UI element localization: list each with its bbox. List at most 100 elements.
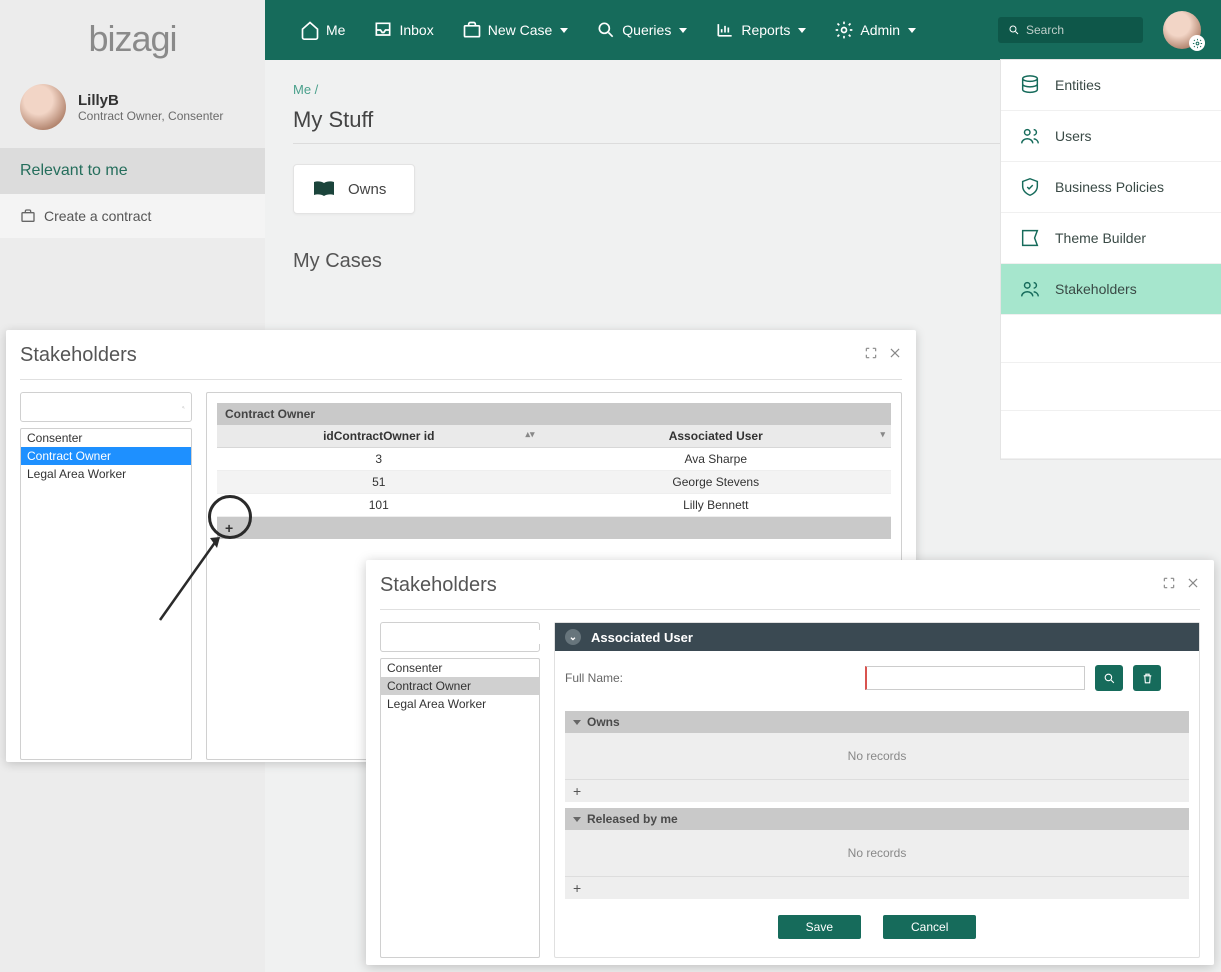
briefcase-plus-icon [462,20,482,40]
full-name-input[interactable] [865,666,1085,690]
nav-new-case[interactable]: New Case [452,14,579,46]
user-role: Contract Owner, Consenter [78,109,223,123]
admin-item-placeholder[interactable]: › [1001,363,1221,411]
list-item[interactable]: Legal Area Worker [381,695,539,713]
search-icon [596,20,616,40]
sort-icon[interactable]: ▴▾ [525,429,534,440]
nav-me-label: Me [326,22,345,38]
admin-theme-label: Theme Builder [1055,230,1146,246]
search-icon [182,401,185,414]
sidebar-create-contract[interactable]: Create a contract [0,194,265,238]
book-icon [312,179,336,199]
col-header-user[interactable]: Associated User▾ [541,425,891,447]
nav-new-case-label: New Case [488,22,553,38]
nav-queries[interactable]: Queries [586,14,697,46]
table-row[interactable]: 3Ava Sharpe [217,448,891,471]
trash-icon [1141,672,1154,685]
col-header-id[interactable]: idContractOwner id▴▾ [217,425,541,447]
expand-icon[interactable] [864,346,878,360]
close-icon[interactable] [1186,576,1200,590]
owns-empty: No records [565,733,1189,779]
collapse-icon[interactable]: ⌄ [565,629,581,645]
admin-users-label: Users [1055,128,1092,144]
table-row[interactable]: 51George Stevens [217,471,891,494]
search-icon [1103,672,1116,685]
nav-queries-label: Queries [622,22,671,38]
list-item[interactable]: Legal Area Worker [21,465,191,483]
admin-item-placeholder[interactable]: › [1001,411,1221,459]
stakeholder-type-search[interactable] [380,622,540,652]
chevron-down-icon [573,720,581,725]
search-input[interactable] [1026,23,1133,37]
stakeholder-type-search-input[interactable] [387,630,542,644]
admin-users[interactable]: Users › [1001,111,1221,162]
table-row[interactable]: 101Lilly Bennett [217,494,891,517]
expand-icon[interactable] [1162,576,1176,590]
caret-icon [798,28,806,33]
user-block: LillyB Contract Owner, Consenter [0,70,265,148]
nav-inbox-label: Inbox [399,22,433,38]
nav-reports[interactable]: Reports [705,14,816,46]
admin-item-placeholder[interactable]: › [1001,315,1221,363]
released-section-header[interactable]: Released by me [565,808,1189,830]
gear-icon [834,20,854,40]
admin-policies-label: Business Policies [1055,179,1164,195]
table-title: Contract Owner [217,403,891,425]
caret-icon [908,28,916,33]
list-item[interactable]: Contract Owner [21,447,191,465]
chart-icon [715,20,735,40]
home-icon [300,20,320,40]
clear-button[interactable] [1133,665,1161,691]
list-item[interactable]: Consenter [381,659,539,677]
briefcase-icon [20,208,36,224]
stakeholder-form: ⌄ Associated User Full Name: Owns No rec… [554,622,1200,958]
nav-admin[interactable]: Admin [824,14,926,46]
sidebar-create-contract-label: Create a contract [44,208,151,224]
users-icon [1019,125,1041,147]
owns-card-label: Owns [348,181,386,198]
nav-inbox[interactable]: Inbox [363,14,443,46]
admin-entities[interactable]: Entities › [1001,60,1221,111]
dialog-title: Stakeholders [20,344,902,367]
admin-stakeholders[interactable]: Stakeholders › [1001,264,1221,315]
admin-dropdown: Entities › Users › Business Policies › T… [1001,60,1221,459]
chevron-down-icon [573,817,581,822]
stakeholder-type-list: Consenter Contract Owner Legal Area Work… [380,658,540,958]
user-avatar[interactable] [1163,11,1201,49]
list-item[interactable]: Contract Owner [381,677,539,695]
associated-user-header[interactable]: ⌄ Associated User [555,623,1199,651]
save-button[interactable]: Save [778,915,861,939]
avatar-settings-icon[interactable] [1189,35,1205,51]
stakeholder-type-search[interactable] [20,392,192,422]
user-avatar-side [20,84,66,130]
released-add-button[interactable]: + [565,876,1189,899]
search-icon [1008,23,1020,37]
cancel-button[interactable]: Cancel [883,915,976,939]
admin-business-policies[interactable]: Business Policies › [1001,162,1221,213]
full-name-label: Full Name: [565,671,855,685]
stakeholders-icon [1019,278,1041,300]
stakeholder-type-list: Consenter Contract Owner Legal Area Work… [20,428,192,760]
caret-icon [679,28,687,33]
caret-icon [560,28,568,33]
global-search[interactable] [998,17,1143,43]
logo: bizagi [0,0,265,70]
list-item[interactable]: Consenter [21,429,191,447]
admin-theme-builder[interactable]: Theme Builder › [1001,213,1221,264]
owns-card[interactable]: Owns [293,164,415,214]
stakeholders-form-dialog: Stakeholders Consenter Contract Owner Le… [366,560,1214,965]
close-icon[interactable] [888,346,902,360]
filter-icon[interactable]: ▾ [880,429,885,440]
logo-text: bizagi [88,18,176,59]
top-nav: Me Inbox New Case Queries Reports Admin [265,0,1221,60]
admin-entities-label: Entities [1055,77,1101,93]
admin-stakeholders-label: Stakeholders [1055,281,1137,297]
owns-section-header[interactable]: Owns [565,711,1189,733]
sidebar-relevant[interactable]: Relevant to me [0,148,265,194]
dialog-title: Stakeholders [380,574,1200,597]
nav-me[interactable]: Me [290,14,355,46]
owns-add-button[interactable]: + [565,779,1189,802]
add-row-button[interactable]: + [217,517,891,539]
lookup-button[interactable] [1095,665,1123,691]
stakeholder-type-search-input[interactable] [27,400,182,414]
